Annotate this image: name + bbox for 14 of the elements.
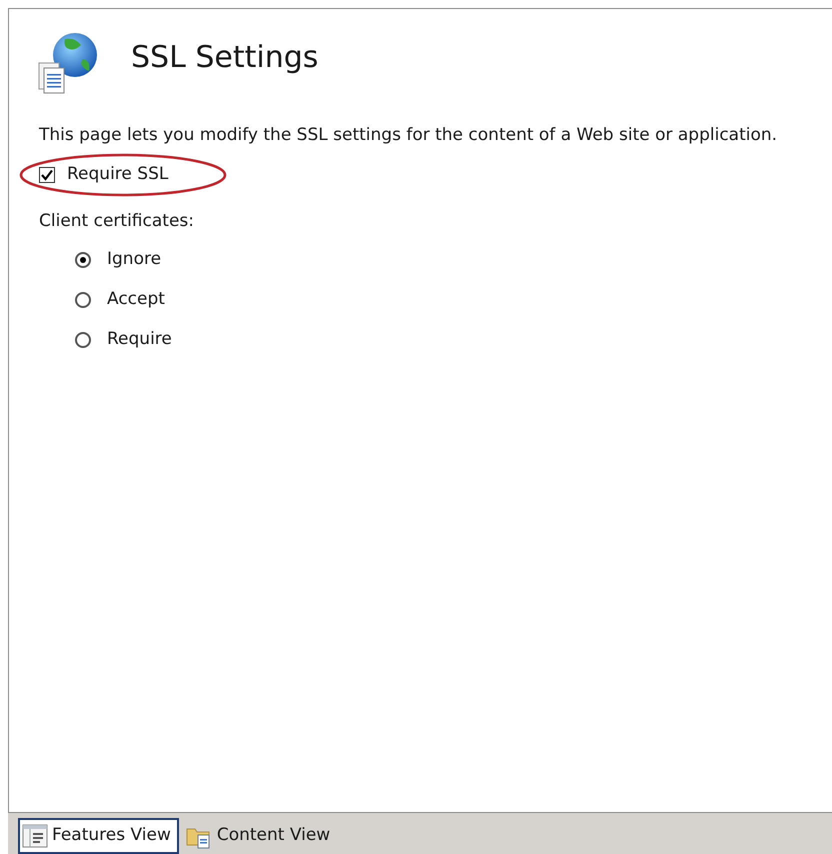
checkbox-label: Require SSL bbox=[67, 163, 168, 186]
radio-label: Require bbox=[107, 328, 172, 351]
list-icon bbox=[22, 824, 48, 848]
radio-button[interactable] bbox=[75, 292, 91, 308]
radio-label: Accept bbox=[107, 288, 165, 311]
checkmark-icon bbox=[41, 169, 53, 181]
page-description: This page lets you modify the SSL settings for the content of a Web site or application. bbox=[39, 124, 778, 147]
radio-button[interactable] bbox=[75, 332, 91, 348]
client-certificates-label: Client certificates: bbox=[39, 210, 195, 233]
checkbox[interactable] bbox=[39, 167, 55, 183]
radio-button[interactable] bbox=[75, 252, 91, 268]
view-tab[interactable]: Features View bbox=[18, 818, 179, 854]
radio-label: Ignore bbox=[107, 248, 162, 271]
page-title: SSL Settings bbox=[131, 38, 318, 76]
